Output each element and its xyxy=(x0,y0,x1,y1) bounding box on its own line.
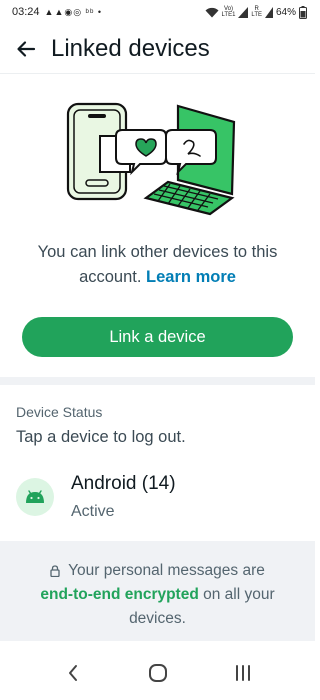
home-circle-icon xyxy=(148,663,167,682)
nav-back-button[interactable] xyxy=(53,653,93,693)
encryption-line-1-text: Your personal messages are xyxy=(68,562,265,579)
encryption-line-1: Your personal messages are xyxy=(0,559,320,583)
chevron-left-icon xyxy=(68,664,77,681)
device-name: Android (14) xyxy=(71,473,176,494)
encryption-link[interactable]: end-to-end encrypted xyxy=(40,586,198,603)
intro-text: You can link other devices to this accou… xyxy=(20,240,295,290)
status-left: 03:24 ▲▲◉◎ ᵇᵇ • xyxy=(12,6,102,18)
status-time: 03:24 xyxy=(12,6,40,18)
recents-icon xyxy=(235,664,250,681)
signal-label: R LTE xyxy=(251,6,262,18)
status-right: Vo) LTE1 R LTE 64% xyxy=(205,5,307,19)
volte-line2: LTE1 xyxy=(221,12,236,18)
linked-devices-illustration xyxy=(66,102,236,216)
battery-icon xyxy=(299,5,307,19)
page-title: Linked devices xyxy=(51,34,210,62)
section-divider xyxy=(0,377,315,385)
device-status-heading: Device Status xyxy=(16,404,103,420)
status-bar: 03:24 ▲▲◉◎ ᵇᵇ • Vo) LTE1 R LTE 64% xyxy=(0,0,315,24)
wifi-icon xyxy=(205,7,219,17)
signal-icon-2 xyxy=(264,6,273,18)
signal-line2: LTE xyxy=(251,12,262,18)
encryption-line-3: devices. xyxy=(129,610,186,627)
device-row-android[interactable]: Android (14) Active xyxy=(0,466,315,532)
device-active-status: Active xyxy=(71,503,115,520)
system-nav-bar xyxy=(0,645,315,700)
encryption-footer: Your personal messages are end-to-end en… xyxy=(0,541,315,641)
device-avatar xyxy=(16,478,54,516)
encryption-notice: Your personal messages are end-to-end en… xyxy=(0,559,320,631)
learn-more-link[interactable]: Learn more xyxy=(146,268,236,286)
nav-home-button[interactable] xyxy=(138,653,178,693)
nav-recents-button[interactable] xyxy=(223,653,263,693)
link-device-button[interactable]: Link a device xyxy=(22,317,293,357)
android-icon xyxy=(26,490,44,503)
lock-icon xyxy=(50,565,60,577)
back-button[interactable] xyxy=(6,29,46,69)
notification-icons: ▲▲◉◎ ᵇᵇ • xyxy=(44,6,102,17)
arrow-left-icon xyxy=(17,40,36,57)
volte-indicator: Vo) LTE1 xyxy=(222,6,236,18)
signal-icon xyxy=(238,6,249,18)
encryption-line-2-rest: on all your xyxy=(198,586,275,603)
battery-percent: 64% xyxy=(275,6,296,18)
device-hint: Tap a device to log out. xyxy=(16,428,186,446)
encryption-line-2: end-to-end encrypted on all your xyxy=(0,583,320,607)
app-bar: Linked devices xyxy=(0,24,315,74)
